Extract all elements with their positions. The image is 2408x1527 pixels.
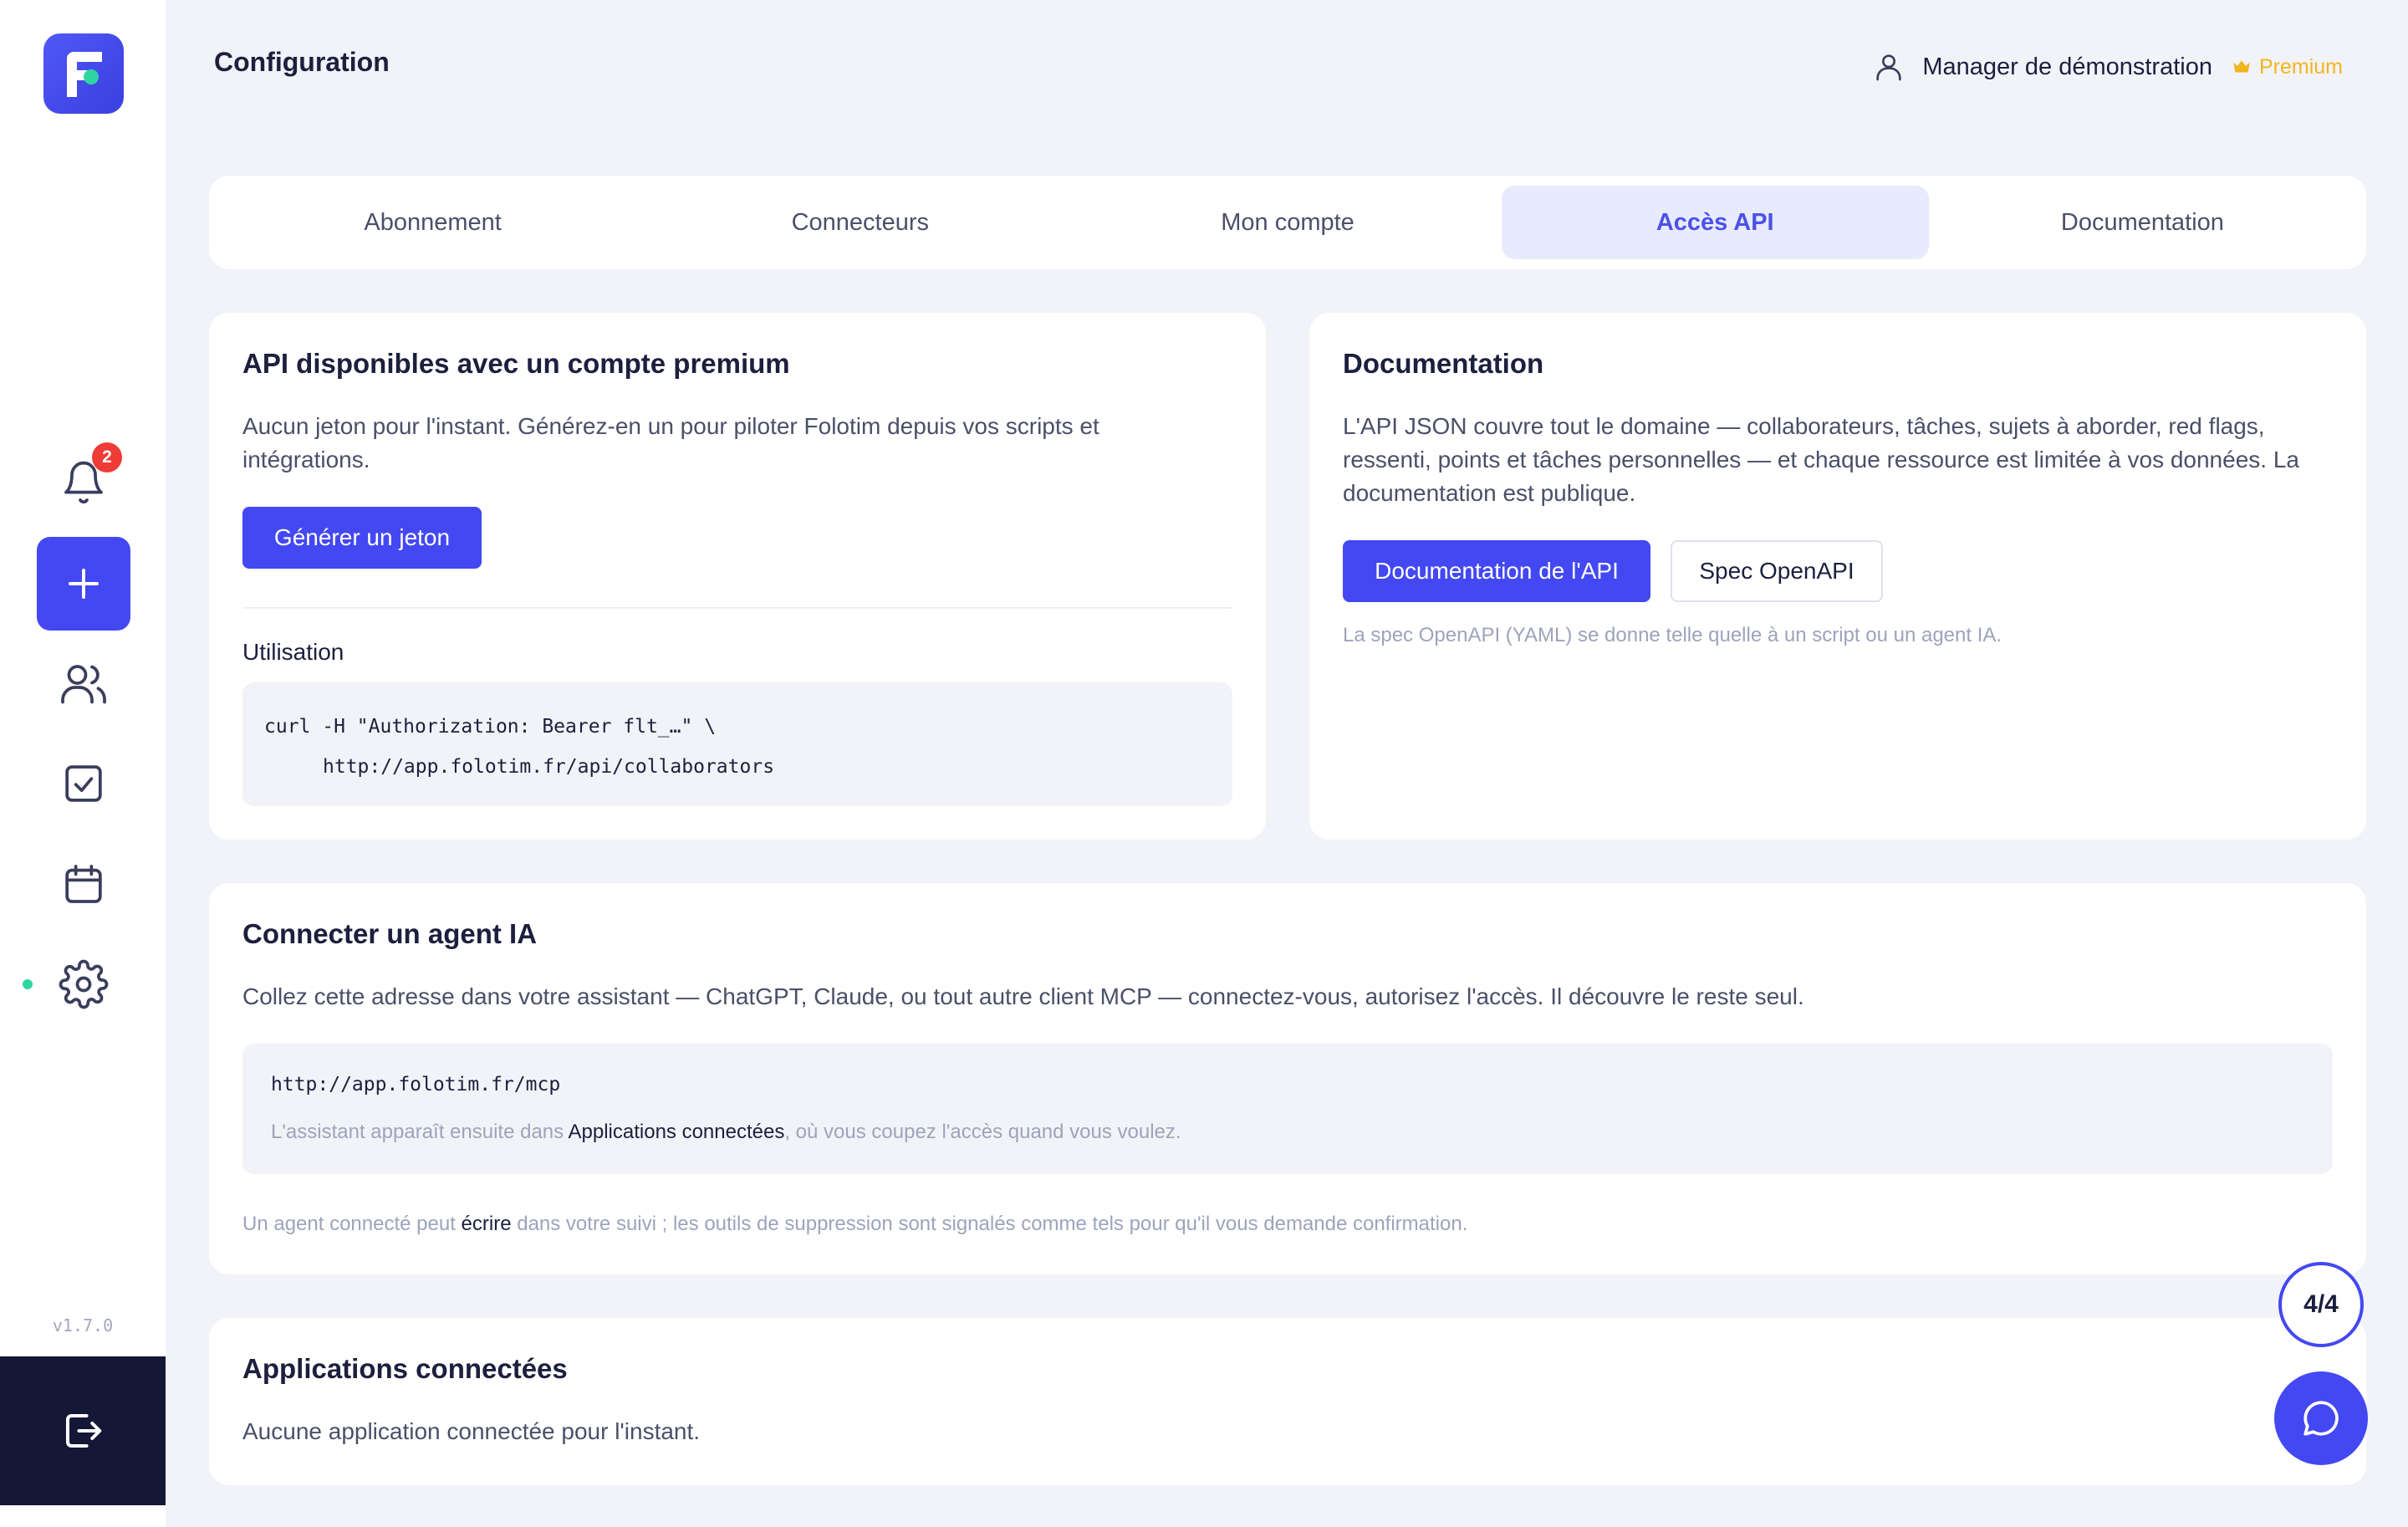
api-card-title: API disponibles avec un compte premium (242, 348, 790, 379)
api-card: API disponibles avec un compte premium A… (209, 313, 1266, 840)
usage-code-block[interactable]: curl -H "Authorization: Bearer flt_…" \ … (242, 682, 1232, 806)
notifications-badge: 2 (92, 442, 122, 472)
connected-apps-link[interactable]: Applications connectées (569, 1121, 785, 1143)
logout-button[interactable] (0, 1356, 166, 1505)
add-button[interactable] (37, 537, 130, 631)
code-line-1: curl -H "Authorization: Bearer flt_…" \ (264, 716, 717, 738)
page-title: Configuration (214, 47, 390, 77)
mcp-url: http://app.folotim.fr/mcp (271, 1074, 561, 1095)
connected-apps-card: Applications connectées Aucune applicati… (209, 1318, 2366, 1485)
mcp-url-block[interactable]: http://app.folotim.fr/mcp L'assistant ap… (242, 1044, 2333, 1174)
checkbox-icon (65, 765, 102, 802)
connected-apps-empty: Aucune application connectée pour l'inst… (242, 1418, 701, 1444)
onboarding-step-indicator[interactable]: 4/4 (2278, 1262, 2364, 1347)
tab-documentation[interactable]: Documentation (1929, 186, 2356, 259)
tasks-nav[interactable] (49, 749, 118, 818)
openapi-note: La spec OpenAPI (YAML) se donne telle qu… (1343, 624, 2002, 646)
users-icon (61, 665, 106, 704)
logout-icon (65, 1413, 102, 1448)
tab-subscription[interactable]: Abonnement (219, 186, 646, 259)
usage-title: Utilisation (242, 639, 344, 665)
connected-apps-title: Applications connectées (242, 1353, 568, 1384)
calendar-nav[interactable] (49, 850, 118, 918)
plus-icon (69, 569, 99, 599)
tab-api-access[interactable]: Accès API (1501, 186, 1929, 259)
api-documentation-button[interactable]: Documentation de l'API (1343, 540, 1650, 602)
divider (242, 607, 1232, 609)
chat-button[interactable] (2274, 1371, 2368, 1465)
openapi-spec-button[interactable]: Spec OpenAPI (1671, 540, 1883, 602)
app-version: v1.7.0 (52, 1315, 114, 1335)
agent-warning: Un agent connecté peut écrire dans votre… (242, 1213, 1468, 1235)
user-name: Manager de démonstration (1922, 53, 2212, 80)
tab-my-account[interactable]: Mon compte (1074, 186, 1501, 259)
app-logo[interactable] (43, 33, 124, 114)
documentation-card-title: Documentation (1343, 348, 1544, 379)
generate-token-button[interactable]: Générer un jeton (242, 507, 482, 569)
calendar-icon (65, 865, 102, 903)
user-menu[interactable]: Manager de démonstration Premium (1872, 49, 2343, 85)
api-card-description: Aucun jeton pour l'instant. Générez-en u… (242, 413, 1099, 472)
plan-badge: Premium (2258, 54, 2343, 79)
crown-icon (2233, 60, 2250, 73)
sidebar: 2 v1.7.0 (0, 0, 166, 1527)
logo-icon (67, 52, 102, 97)
user-icon (1876, 54, 1902, 81)
ai-agent-card: Connecter un agent IA Collez cette adres… (209, 883, 2366, 1274)
active-indicator (23, 979, 33, 989)
ai-agent-card-title: Connecter un agent IA (242, 918, 538, 949)
mcp-note: L'assistant apparaît ensuite dans Applic… (271, 1121, 1181, 1143)
collaborators-nav[interactable] (49, 649, 118, 718)
documentation-card: Documentation L'API JSON couvre tout le … (1309, 313, 2366, 840)
documentation-description: L'API JSON couvre tout le domaine — coll… (1343, 413, 2299, 506)
ai-agent-description: Collez cette adresse dans votre assistan… (242, 983, 1804, 1009)
settings-nav[interactable] (49, 950, 118, 1019)
chat-bubble-icon (2303, 1401, 2339, 1436)
settings-tabs: Abonnement Connecteurs Mon compte Accès … (209, 176, 2366, 269)
tab-connectors[interactable]: Connecteurs (646, 186, 1074, 259)
gear-icon (59, 959, 109, 1009)
code-line-2: http://app.folotim.fr/api/collaborators (323, 756, 775, 778)
